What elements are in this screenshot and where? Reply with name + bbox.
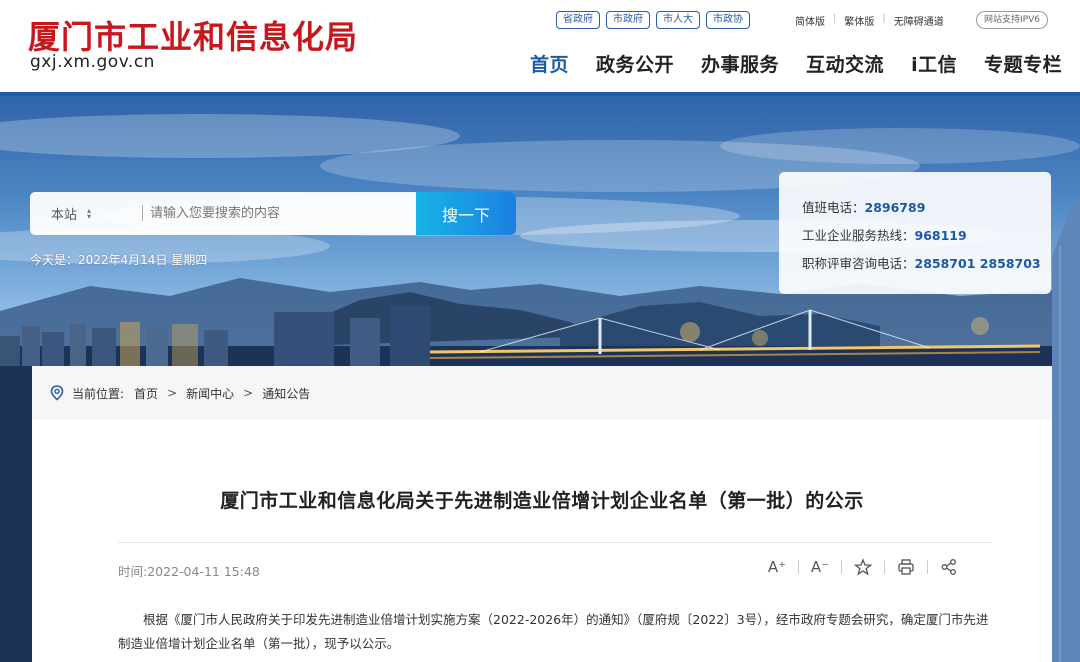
link-city-congress[interactable]: 市人大: [656, 11, 700, 29]
nav-special-topics[interactable]: 专题专栏: [984, 50, 1062, 77]
search-bar: 本站 ▴▾ 搜一下: [30, 192, 516, 235]
share-icon[interactable]: [938, 556, 960, 578]
article-panel: 当前位置: 首页 > 新闻中心 > 通知公告 厦门市工业和信息化局关于先进制造业…: [32, 366, 1052, 662]
search-scope-select[interactable]: 本站 ▴ ▾: [30, 192, 112, 235]
link-simplified[interactable]: 简体版: [795, 13, 825, 28]
enterprise-hotline: 工业企业服务热线：968119: [802, 222, 1051, 250]
divider: [841, 560, 842, 574]
divider: [927, 560, 928, 574]
hotline-card: 值班电话：2896789 工业企业服务热线：968119 职称评审咨询电话：28…: [779, 172, 1051, 294]
breadcrumb: 当前位置: 首页 > 新闻中心 > 通知公告: [32, 366, 1052, 420]
chevron-right-icon: >: [167, 386, 178, 400]
enterprise-hotline-label: 工业企业服务热线：: [802, 228, 915, 243]
utility-links: 简体版 | 繁体版 | 无障碍通道: [795, 13, 944, 28]
duty-phone-number: 2896789: [864, 200, 926, 215]
star-icon[interactable]: [852, 556, 874, 578]
gov-links: 省政府 市政府 市人大 市政协: [556, 11, 750, 29]
search-divider: [142, 205, 143, 221]
divider: [884, 560, 885, 574]
chevron-right-icon: >: [243, 386, 254, 400]
divider: |: [882, 13, 886, 24]
breadcrumb-label: 当前位置:: [72, 386, 125, 401]
link-accessibility[interactable]: 无障碍通道: [894, 13, 944, 28]
title-divider: [118, 542, 992, 543]
search-scope-value: 本站: [50, 208, 77, 223]
breadcrumb-notices[interactable]: 通知公告: [262, 385, 310, 402]
site-domain: gxj.xm.gov.cn: [30, 52, 155, 72]
nav-home[interactable]: 首页: [530, 50, 569, 77]
ipv6-badge: 网站支持IPV6: [976, 11, 1048, 29]
publish-time: 时间:2022-04-11 15:48: [118, 564, 260, 579]
enterprise-hotline-number: 968119: [914, 228, 967, 243]
title-review-phone: 职称评审咨询电话：2858701 2858703: [802, 250, 1051, 278]
divider: |: [833, 13, 837, 24]
breadcrumb-news-center[interactable]: 新闻中心: [186, 385, 234, 402]
article-body: 根据《厦门市人民政府关于印发先进制造业倍增计划实施方案（2022-2026年）的…: [118, 612, 989, 651]
duty-phone-label: 值班电话：: [802, 200, 865, 215]
nav-gov-affairs[interactable]: 政务公开: [596, 50, 674, 77]
print-icon[interactable]: [895, 556, 917, 578]
link-city-gov[interactable]: 市政府: [606, 11, 650, 29]
font-larger-button[interactable]: A⁺: [766, 556, 788, 578]
search-button[interactable]: 搜一下: [416, 192, 516, 235]
link-city-cppcc[interactable]: 市政协: [706, 11, 750, 29]
nav-interaction[interactable]: 互动交流: [806, 50, 884, 77]
sort-arrows-icon: ▴ ▾: [87, 205, 92, 221]
divider: [798, 560, 799, 574]
nav-i-gongxin[interactable]: i工信: [911, 50, 957, 77]
main-nav: 首页 政务公开 办事服务 互动交流 i工信 专题专栏: [530, 50, 1062, 77]
article-tools: A⁺ A⁻: [766, 556, 960, 578]
search-input[interactable]: [150, 200, 440, 227]
font-smaller-button[interactable]: A⁻: [809, 556, 831, 578]
nav-services[interactable]: 办事服务: [701, 50, 779, 77]
title-review-phone-number: 2858701 2858703: [914, 256, 1041, 271]
location-pin-icon: [50, 385, 64, 401]
title-review-phone-label: 职称评审咨询电话：: [802, 256, 915, 271]
site-header: 厦门市工业和信息化局 gxj.xm.gov.cn 省政府 市政府 市人大 市政协…: [0, 0, 1080, 92]
link-province-gov[interactable]: 省政府: [556, 11, 600, 29]
link-traditional[interactable]: 繁体版: [844, 13, 874, 28]
article-title: 厦门市工业和信息化局关于先进制造业倍增计划企业名单（第一批）的公示: [220, 490, 864, 512]
today-date: 今天是：2022年4月14日 星期四: [30, 253, 208, 267]
breadcrumb-home[interactable]: 首页: [134, 385, 158, 402]
duty-phone: 值班电话：2896789: [802, 194, 1051, 222]
